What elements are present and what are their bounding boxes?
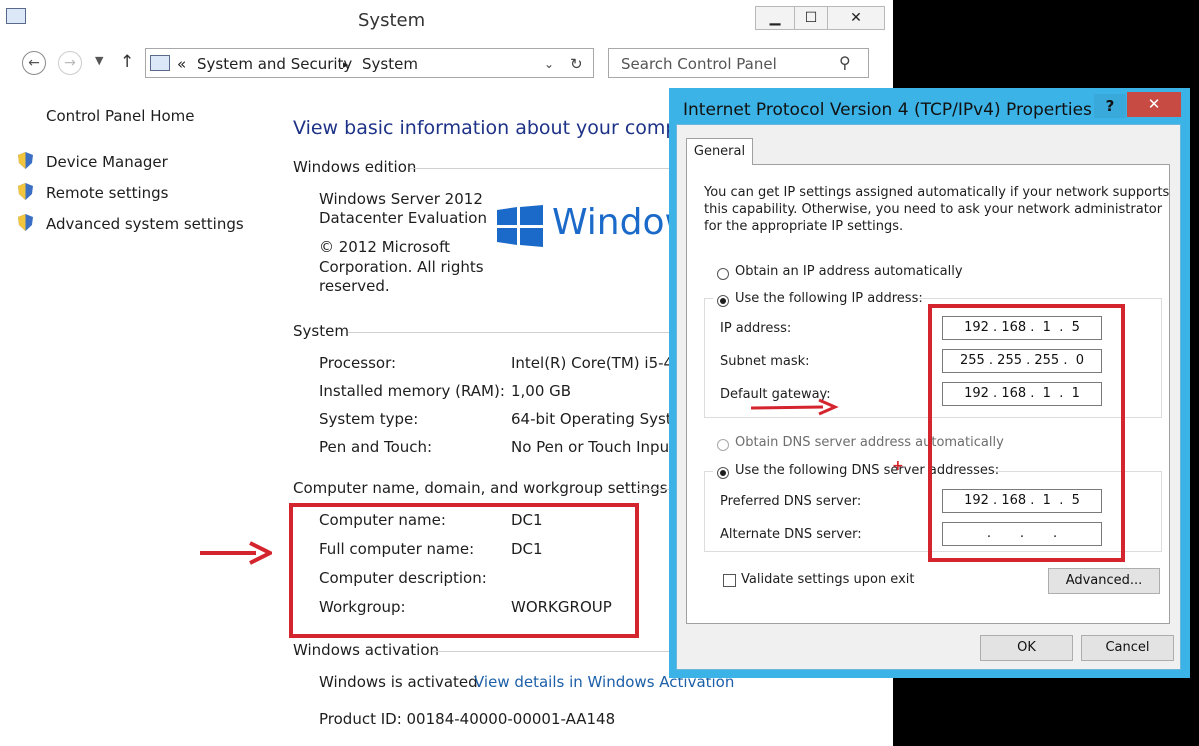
intro-line-3: for the appropriate IP settings. [704, 219, 904, 234]
product-id: Product ID: 00184-40000-00001-AA148 [319, 710, 616, 728]
annotation-arrow-icon [750, 398, 839, 416]
subnet-mask-label: Subnet mask: [720, 354, 810, 369]
memory-value: 1,00 GB [511, 382, 572, 400]
shield-icon [18, 152, 33, 169]
intro-line-2: this capability. Otherwise, you need to … [704, 202, 1163, 217]
ok-button[interactable]: OK [980, 635, 1073, 661]
annotation-red-box [928, 304, 1125, 562]
alternate-dns-label: Alternate DNS server: [720, 527, 862, 542]
edition-line-2: Datacenter Evaluation [319, 209, 487, 227]
breadcrumb-prefix: « [177, 55, 187, 73]
dialog-close-button[interactable]: ✕ [1127, 92, 1181, 117]
section-windows-activation: Windows activation [293, 641, 440, 659]
sidebar-item-remote-settings[interactable]: Remote settings [46, 184, 168, 202]
radio-use-following-ip[interactable] [717, 295, 729, 307]
back-button[interactable]: ← [22, 51, 46, 75]
address-dropdown-icon[interactable]: ⌄ [544, 57, 554, 71]
sidebar-item-device-manager[interactable]: Device Manager [46, 153, 168, 171]
tab-general[interactable]: General [686, 138, 753, 165]
forward-button[interactable]: → [58, 51, 82, 75]
preferred-dns-label: Preferred DNS server: [720, 494, 862, 509]
page-title: View basic information about your comput… [293, 117, 717, 139]
radio-use-following-dns[interactable] [717, 467, 729, 479]
shield-icon [18, 214, 33, 231]
refresh-icon[interactable]: ↻ [570, 55, 583, 73]
shield-icon [18, 183, 33, 200]
ipv4-properties-dialog: Internet Protocol Version 4 (TCP/IPv4) P… [669, 88, 1190, 678]
title-bar: System ▁ ☐ ✕ [0, 0, 893, 42]
obtain-ip-auto-label: Obtain an IP address automatically [735, 264, 963, 279]
system-app-icon [6, 8, 26, 24]
pen-touch-value: No Pen or Touch Input [511, 438, 675, 456]
activation-status: Windows is activated [319, 673, 478, 691]
search-icon[interactable]: ⚲ [839, 53, 851, 72]
windows-logo-icon [497, 205, 543, 247]
ip-address-label: IP address: [720, 321, 792, 336]
annotation-arrow-icon [200, 541, 272, 565]
search-box[interactable]: Search Control Panel ⚲ [608, 48, 869, 78]
sidebar-item-advanced-system-settings[interactable]: Advanced system settings [46, 215, 244, 233]
minimize-button[interactable]: ▁ [755, 6, 795, 30]
section-computer-name: Computer name, domain, and workgroup set… [293, 479, 668, 497]
radio-obtain-dns-auto[interactable] [717, 439, 729, 451]
control-panel-home-link[interactable]: Control Panel Home [46, 107, 195, 125]
edition-line-1: Windows Server 2012 [319, 190, 483, 208]
up-arrow-icon[interactable]: ↑ [120, 52, 134, 72]
copyright-line-1: © 2012 Microsoft [319, 238, 450, 256]
close-button[interactable]: ✕ [827, 6, 885, 30]
breadcrumb-separator-icon: ▸ [343, 58, 349, 71]
recent-pages-chevron-icon[interactable]: ▼ [95, 54, 103, 67]
processor-label: Processor: [319, 354, 397, 372]
system-type-label: System type: [319, 410, 419, 428]
cancel-button[interactable]: Cancel [1081, 635, 1174, 661]
radio-obtain-ip-auto[interactable] [717, 268, 729, 280]
annotation-red-box [289, 503, 639, 638]
breadcrumb-system-and-security[interactable]: System and Security [197, 55, 352, 73]
system-type-value: 64-bit Operating System [511, 410, 696, 428]
help-button[interactable]: ? [1094, 94, 1126, 118]
general-panel: You can get IP settings assigned automat… [686, 164, 1170, 624]
dialog-body: General You can get IP settings assigned… [676, 124, 1181, 670]
control-panel-icon [150, 55, 170, 71]
copyright-line-2: Corporation. All rights [319, 258, 484, 276]
annotation-plus-icon: + [892, 458, 904, 474]
address-bar[interactable]: « System and Security ▸ System ⌄ ↻ [145, 48, 594, 78]
copyright-line-3: reserved. [319, 277, 390, 295]
pen-touch-label: Pen and Touch: [319, 438, 433, 456]
memory-label: Installed memory (RAM): [319, 382, 505, 400]
validate-label: Validate settings upon exit [741, 572, 915, 587]
intro-line-1: You can get IP settings assigned automat… [704, 185, 1170, 200]
validate-checkbox[interactable] [723, 574, 736, 587]
maximize-button[interactable]: ☐ [794, 6, 828, 30]
advanced-button[interactable]: Advanced... [1048, 568, 1160, 594]
use-following-ip-label: Use the following IP address: [735, 291, 923, 306]
dialog-title: Internet Protocol Version 4 (TCP/IPv4) P… [683, 100, 1092, 120]
search-input[interactable]: Search Control Panel [621, 55, 777, 73]
section-system: System [293, 322, 349, 340]
section-windows-edition: Windows edition [293, 158, 417, 176]
breadcrumb-system[interactable]: System [362, 55, 418, 73]
window-title: System [358, 10, 426, 31]
